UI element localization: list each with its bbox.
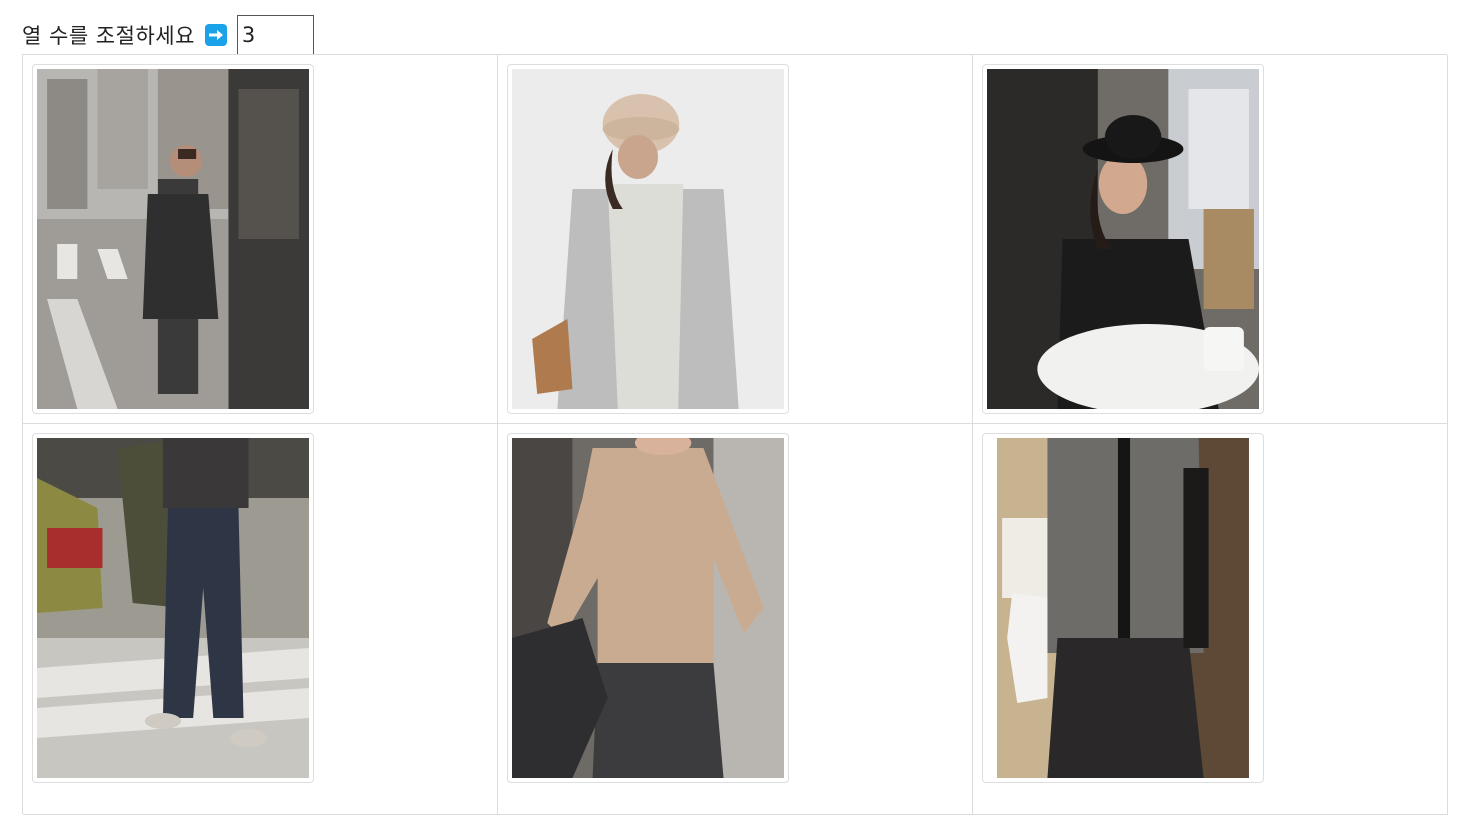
photo-thumbnail[interactable] xyxy=(507,64,789,414)
grid-cell xyxy=(973,424,1448,815)
photo-thumbnail[interactable] xyxy=(507,433,789,783)
right-arrow-icon xyxy=(204,24,227,46)
grid-cell xyxy=(23,55,498,424)
grid-cell xyxy=(498,55,973,424)
photo-grey-vest-cafe xyxy=(997,438,1249,778)
photo-knit-hat-grey-coat xyxy=(512,69,784,409)
photo-thumbnail[interactable] xyxy=(982,433,1264,783)
photo-thumbnail[interactable] xyxy=(982,64,1264,414)
photo-grid xyxy=(22,54,1448,815)
grid-cell xyxy=(23,424,498,815)
grid-cell xyxy=(498,424,973,815)
columns-input[interactable] xyxy=(236,15,314,55)
photo-thumbnail[interactable] xyxy=(32,433,314,783)
grid-cell xyxy=(973,55,1448,424)
photo-thumbnail[interactable] xyxy=(32,64,314,414)
photo-parking-jeans xyxy=(37,438,309,778)
photo-black-hat-cafe xyxy=(987,69,1259,409)
column-control: 열 수를 조절하세요 xyxy=(22,15,314,55)
photo-beige-knit-top xyxy=(512,438,784,778)
photo-street-dark-scarf xyxy=(37,69,309,409)
column-control-label: 열 수를 조절하세요 xyxy=(22,24,195,48)
